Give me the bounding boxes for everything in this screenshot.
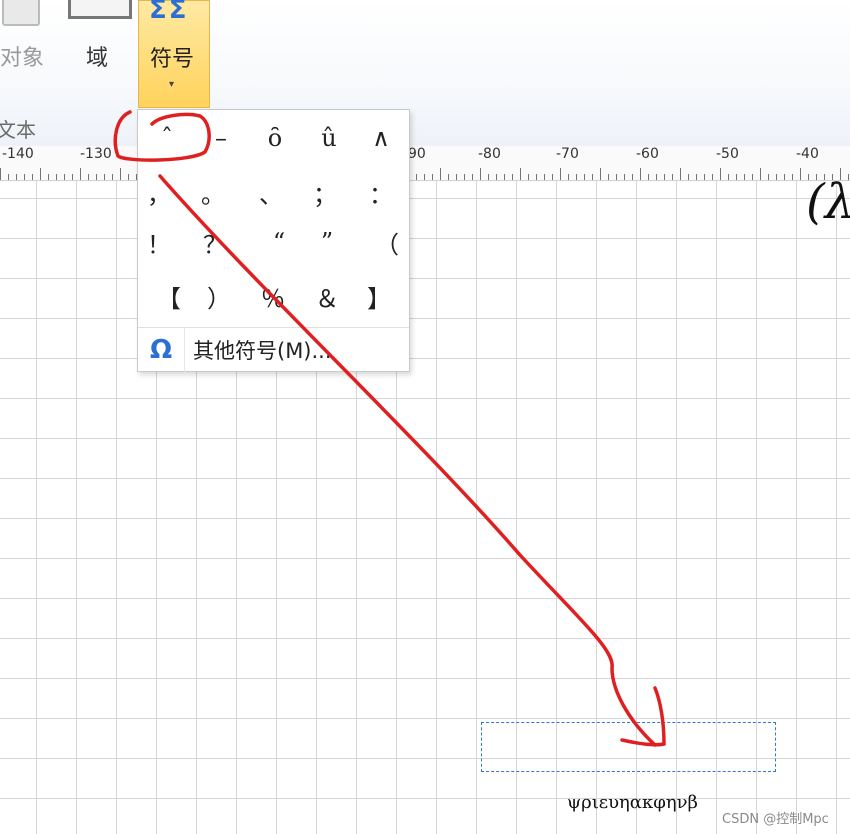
symbol-cell[interactable]: ” — [300, 218, 354, 266]
ribbon: 对象 域 ΣΣ 符号 ▾ 文本 — [0, 0, 850, 146]
sigma-icon: ΣΣ — [149, 0, 189, 25]
symbol-cell[interactable]: ？ — [188, 218, 242, 266]
symbol-cell[interactable]: （ — [360, 218, 414, 266]
ruler-label: -50 — [716, 146, 739, 162]
symbol-cell[interactable]: ＆ — [300, 272, 354, 320]
field-label: 域 — [86, 46, 109, 71]
symbol-cell[interactable]: ∧ — [354, 114, 408, 162]
ruler-label: -60 — [636, 146, 659, 162]
symbol-dropdown: ˆ – ȏ û ∧ ， 。 、 ； ： ！ ？ “ ” （ 【 ） ％ ＆ 】 … — [137, 109, 410, 372]
group-label: 文本 — [0, 118, 36, 142]
symbol-cell[interactable]: ％ — [246, 272, 300, 320]
symbol-label: 符号 — [150, 47, 195, 72]
symbol-cell[interactable]: – — [194, 114, 248, 162]
symbol-cell[interactable]: û — [302, 114, 356, 162]
math-expression: (λ — [806, 174, 850, 230]
horizontal-ruler[interactable]: -140 -130 90 -80 -70 -60 -50 -40 — [0, 146, 850, 181]
symbol-cell[interactable]: ； — [298, 168, 352, 216]
ruler-label: -80 — [478, 146, 501, 162]
object-button[interactable]: 对象 — [0, 0, 56, 80]
ruler-label: -70 — [556, 146, 579, 162]
omega-icon: Ω — [138, 328, 185, 372]
greek-text: ψριευηακφηνβ — [567, 792, 698, 813]
symbol-button[interactable]: ΣΣ 符号 ▾ — [138, 0, 210, 108]
symbol-cell[interactable]: ！ — [132, 218, 186, 266]
more-symbols-item[interactable]: Ω 其他符号(M)... — [138, 327, 409, 372]
object-icon — [2, 0, 40, 26]
symbol-cell[interactable]: “ — [252, 218, 306, 266]
symbol-cell[interactable]: ˆ — [140, 114, 194, 162]
symbol-cell[interactable]: ， — [132, 168, 186, 216]
ruler-label: 90 — [408, 146, 426, 162]
symbol-cell[interactable]: 、 — [244, 168, 298, 216]
ruler-label: -130 — [80, 146, 112, 162]
text-box[interactable] — [481, 722, 776, 772]
ruler-label: -140 — [2, 146, 34, 162]
ruler-label: -40 — [796, 146, 819, 162]
symbol-cell[interactable]: 。 — [186, 168, 240, 216]
watermark: CSDN @控制Mpc — [722, 812, 829, 827]
field-button[interactable]: 域 — [66, 0, 132, 80]
chevron-down-icon: ▾ — [169, 79, 175, 90]
more-symbols-label: 其他符号(M)... — [193, 339, 332, 363]
field-icon — [68, 0, 132, 19]
symbol-cell[interactable]: 【 — [142, 272, 196, 320]
object-label: 对象 — [0, 46, 45, 71]
symbol-cell[interactable]: ： — [354, 168, 408, 216]
symbol-cell[interactable]: ） — [192, 272, 246, 320]
symbol-cell[interactable]: ȏ — [248, 114, 302, 162]
symbol-cell[interactable]: 】 — [352, 272, 406, 320]
